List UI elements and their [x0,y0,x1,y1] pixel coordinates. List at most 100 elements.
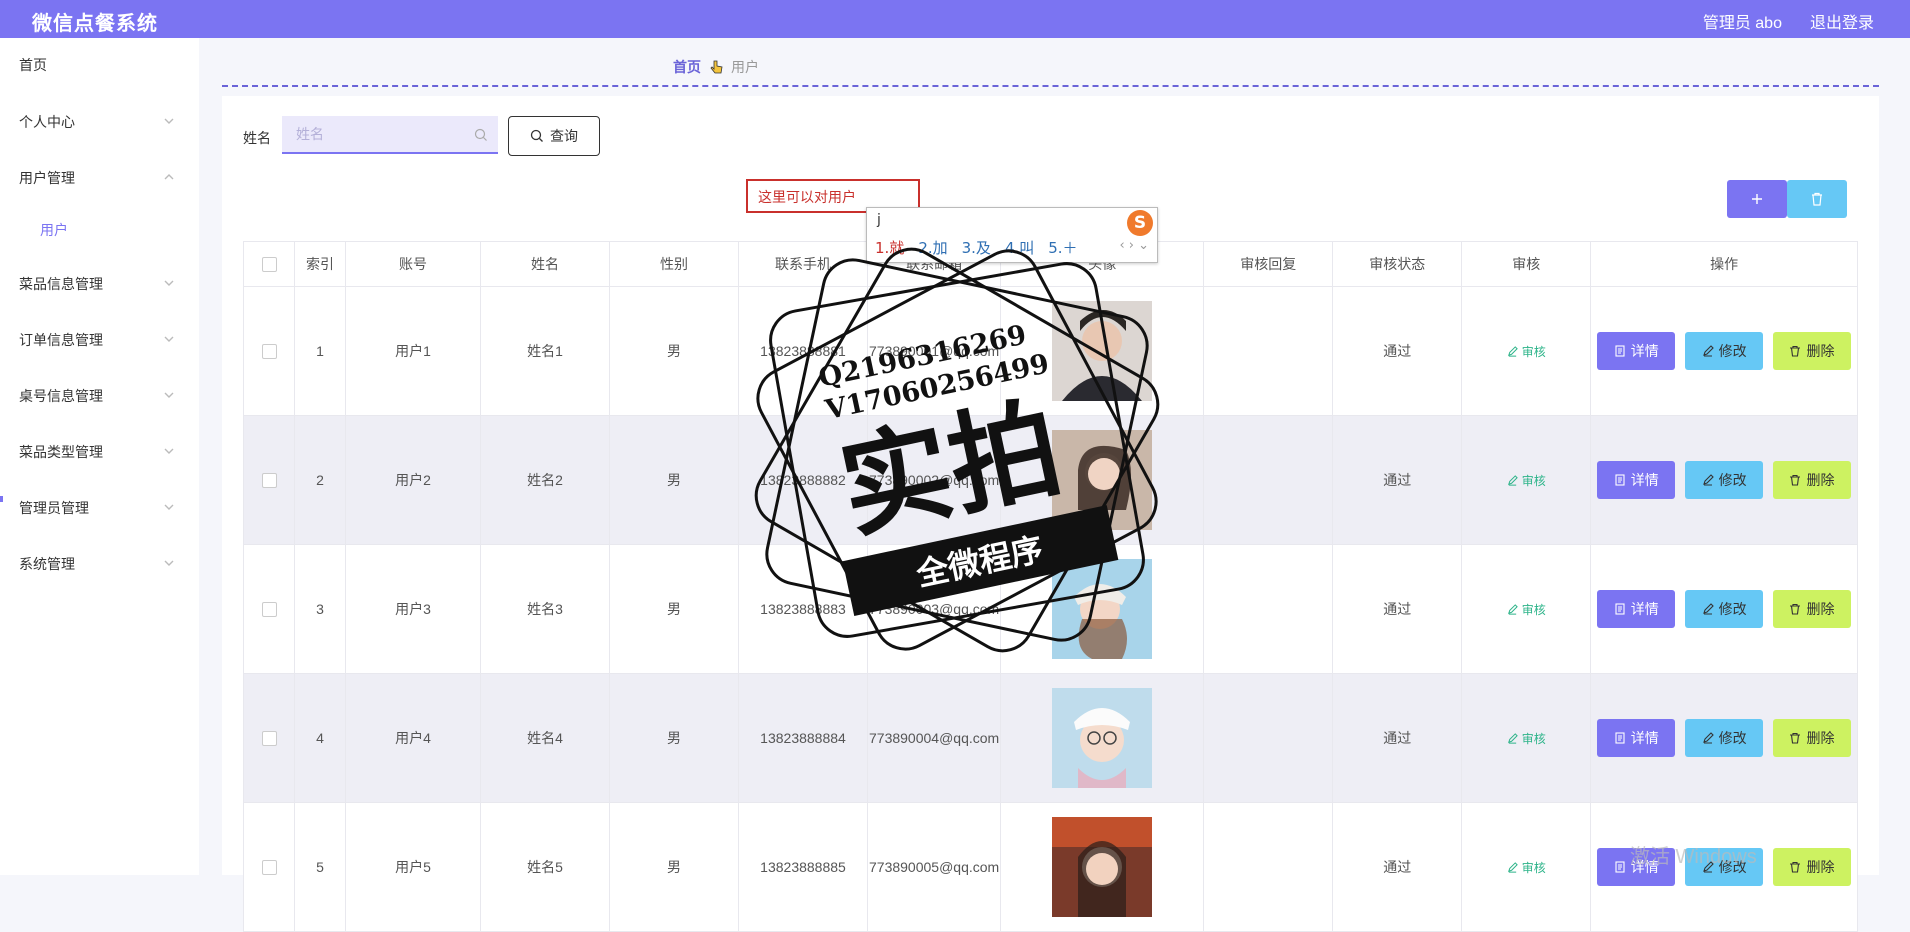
trash-icon [1790,603,1801,615]
batch-delete-button[interactable] [1787,180,1847,218]
edit-button[interactable]: 修改 [1685,332,1764,370]
edit-button-label: 修改 [1718,343,1747,359]
audit-label: 审核 [1521,860,1546,875]
cell-phone: 13823888882 [738,415,868,545]
audit-link[interactable]: 审核 [1507,343,1546,360]
edit-button-label: 修改 [1718,601,1747,617]
sidebar-item-users[interactable]: 用户 [0,210,199,250]
cell-audit: 审核 [1461,802,1592,932]
breadcrumb-home[interactable]: 首页 [673,57,701,77]
column-header: 操作 [1590,241,1858,287]
row-select-cell[interactable] [243,286,295,416]
sidebar-item-label: 订单信息管理 [19,332,103,348]
cell-name: 姓名5 [480,802,610,932]
cell-email: 773890004@qq.com [866,673,1002,803]
sidebar-item-system-management[interactable]: 系统管理 [0,544,199,584]
ime-candidate[interactable]: 1.就 [875,237,904,258]
row-select-cell[interactable] [243,673,295,803]
select-all-checkbox[interactable] [261,257,277,273]
search-input[interactable] [282,116,498,154]
users-table: 索引 账号 姓名 性别 联系手机 联系邮箱 头像 审核回复 审核状态 审核 操作… [243,241,1858,932]
avatar [1052,817,1153,917]
sidebar-item-dish-type[interactable]: 菜品类型管理 [0,432,199,472]
sidebar-item-order-info[interactable]: 订单信息管理 [0,320,199,360]
edit-icon [1702,732,1714,744]
detail-button[interactable]: 详情 [1597,461,1676,499]
detail-button-label: 详情 [1630,730,1659,746]
cell-phone: 13823888885 [738,802,868,932]
column-header: 账号 [345,241,481,287]
admin-user-label[interactable]: 管理员 abo [1703,9,1782,33]
cell-actions: 详情 修改 删除 [1590,544,1858,674]
delete-button[interactable]: 删除 [1772,590,1851,628]
detail-button[interactable]: 详情 [1597,332,1676,370]
delete-button[interactable]: 删除 [1772,719,1851,757]
sidebar-item-home[interactable]: 首页 [0,45,199,85]
cell-email: 773890003@qq.com [866,544,1002,674]
edit-icon [1507,861,1518,873]
ime-candidate[interactable]: 2.加 [918,237,947,258]
add-button[interactable] [1727,180,1787,218]
select-all-header[interactable] [243,241,295,287]
cell-avatar [1000,415,1205,545]
edit-button[interactable]: 修改 [1685,461,1764,499]
sidebar-item-label: 系统管理 [19,556,75,572]
delete-button[interactable]: 删除 [1772,848,1851,886]
sidebar-item-table-info[interactable]: 桌号信息管理 [0,376,199,416]
cell-actions: 详情 修改 删除 [1590,286,1858,416]
cell-status: 通过 [1332,544,1463,674]
detail-button[interactable]: 详情 [1597,719,1676,757]
delete-button[interactable]: 删除 [1772,461,1851,499]
table-row: 4 用户4 姓名4 男 13823888884 773890004@qq.com… [243,673,1858,803]
query-button[interactable]: 查询 [508,116,600,156]
detail-button[interactable]: 详情 [1597,590,1676,628]
cell-phone: 13823888883 [738,544,868,674]
column-header: 审核状态 [1332,241,1463,287]
plus-icon [1752,194,1762,204]
avatar [1052,301,1153,401]
audit-link[interactable]: 审核 [1507,730,1546,747]
query-button-label: 查询 [550,128,578,144]
row-select-cell[interactable] [243,415,295,545]
ime-candidate[interactable]: 4.叫 [1005,237,1034,258]
logout-link[interactable]: 退出登录 [1810,9,1874,33]
sidebar-item-user-management[interactable]: 用户管理 [0,158,199,198]
cell-phone: 13823888881 [738,286,868,416]
row-checkbox[interactable] [261,473,277,489]
edit-icon [1507,603,1518,615]
cell-audit: 审核 [1461,673,1592,803]
ime-candidates: 1.就 2.加 3.及 4.叫 5.＋ [875,237,1078,258]
audit-link[interactable]: 审核 [1507,859,1546,876]
sidebar-item-admin-management[interactable]: 管理员管理 [0,488,199,528]
sidebar-item-personal-center[interactable]: 个人中心 [0,102,199,142]
document-icon [1615,861,1625,873]
cell-status: 通过 [1332,286,1463,416]
row-checkbox[interactable] [261,602,277,618]
row-select-cell[interactable] [243,544,295,674]
audit-label: 审核 [1521,731,1546,746]
edit-button[interactable]: 修改 [1685,590,1764,628]
delete-button-label: 删除 [1806,859,1835,875]
row-checkbox[interactable] [261,344,277,360]
column-header: 联系手机 [738,241,868,287]
hand-pointer-icon [710,60,723,74]
cell-gender: 男 [609,802,739,932]
delete-button[interactable]: 删除 [1772,332,1851,370]
cell-audit: 审核 [1461,544,1592,674]
sidebar-item-dish-info[interactable]: 菜品信息管理 [0,264,199,304]
audit-link[interactable]: 审核 [1507,601,1546,618]
ime-candidate[interactable]: 5.＋ [1048,237,1077,258]
edit-button[interactable]: 修改 [1685,719,1764,757]
cell-avatar [1000,673,1205,803]
row-select-cell[interactable] [243,802,295,932]
ime-page-arrows-icon[interactable]: ‹ › ⌄ [1119,238,1149,253]
audit-link[interactable]: 审核 [1507,472,1546,489]
sogou-logo-icon: S [1127,210,1153,236]
avatar [1052,430,1153,530]
ime-composition: j [877,212,881,228]
row-checkbox[interactable] [261,860,277,876]
ime-candidate[interactable]: 3.及 [962,237,991,258]
cell-email: 773890001@qq.com [866,286,1002,416]
row-checkbox[interactable] [261,731,277,747]
cell-email: 773890002@qq.com [866,415,1002,545]
